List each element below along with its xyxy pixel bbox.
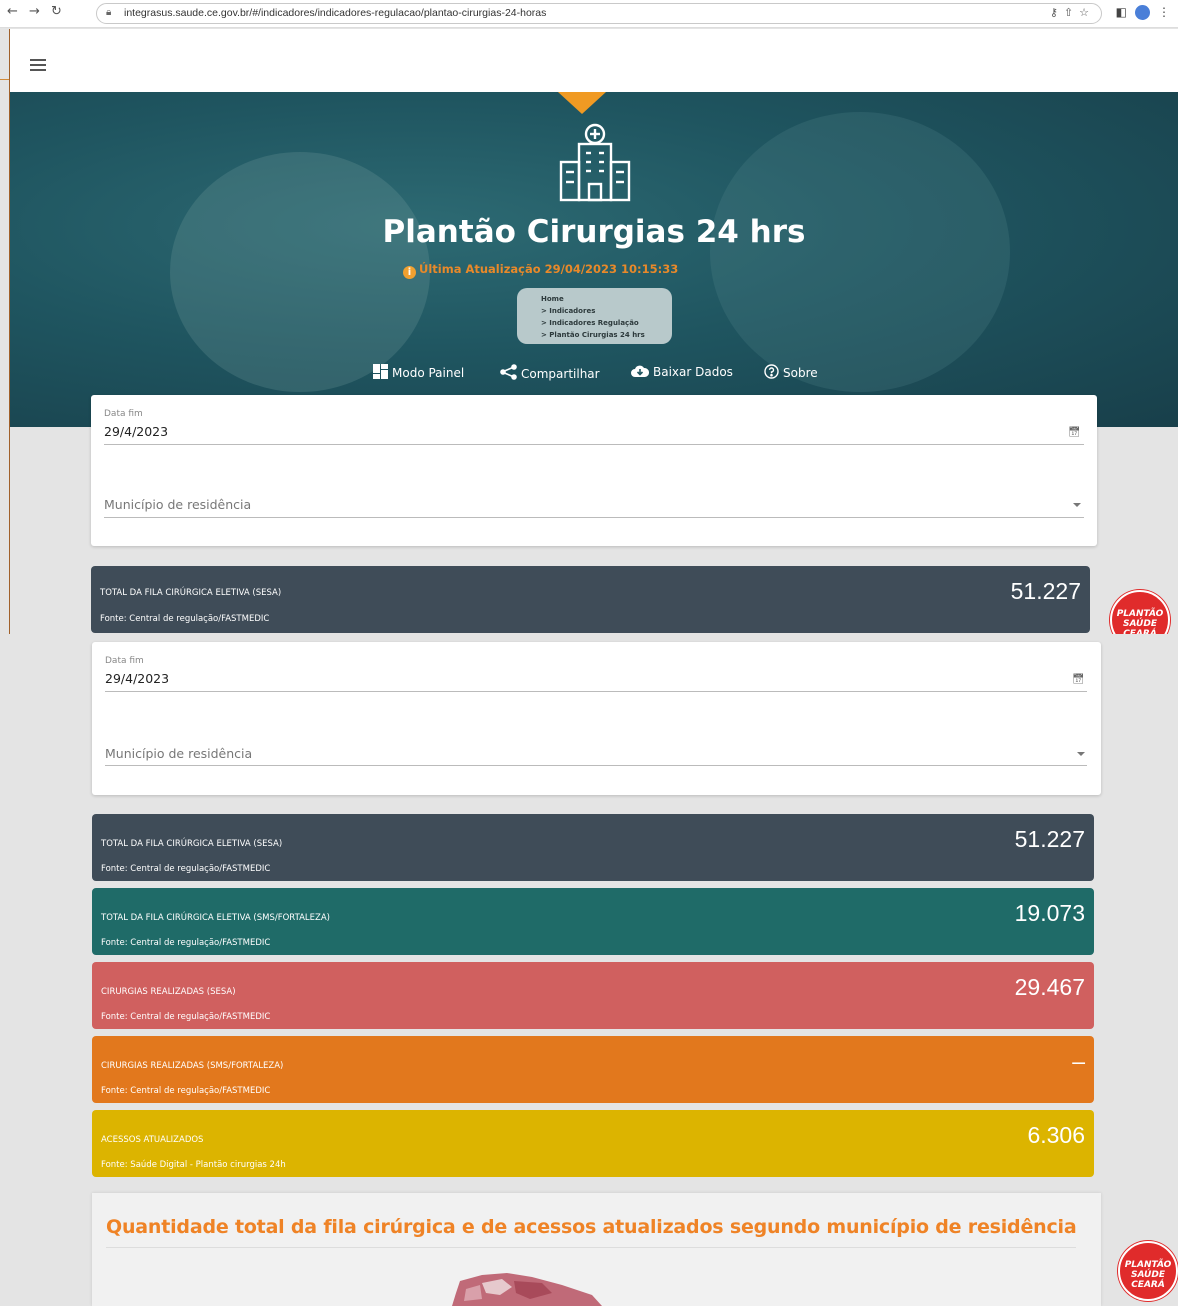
map-section: Quantidade total da fila cirúrgica e de … [92, 1193, 1101, 1306]
app-header [10, 29, 1178, 92]
share-button[interactable]: Compartilhar [500, 364, 600, 381]
last-update-text: Última Atualização 29/04/2023 10:15:33 [419, 262, 679, 276]
hero-pointer [558, 92, 606, 114]
map-section-title: Quantidade total da fila cirúrgica e de … [106, 1216, 1077, 1238]
stat-card-fila-sesa: TOTAL DA FILA CIRÚRGICA ELETIVA (SESA) F… [92, 814, 1094, 881]
breadcrumb-indicadores[interactable]: > Indicadores [541, 305, 672, 317]
menu-kebab-icon[interactable]: ⋮ [1158, 5, 1170, 19]
date-end-input[interactable]: 29/4/2023 [104, 424, 168, 439]
page-title: Plantão Cirurgias 24 hrs [382, 214, 806, 250]
browser-toolbar: ← → ↻ 🔒︎ integrasus.saude.ce.gov.br/#/in… [0, 0, 1178, 28]
calendar-icon[interactable]: 📅︎ [1072, 674, 1085, 685]
plantao-saude-badge[interactable]: PLANTÃO SAÚDE CEARÁ [1118, 1241, 1178, 1301]
stat-card-acessos: ACESSOS ATUALIZADOS Fonte: Saúde Digital… [92, 1110, 1094, 1177]
plantao-saude-badge-top[interactable]: PLANTÃO SAÚDE CEARÁ [1110, 590, 1170, 634]
breadcrumb: Home > Indicadores > Indicadores Regulaç… [517, 288, 672, 344]
url-text: integrasus.saude.ce.gov.br/#/indicadores… [124, 7, 547, 19]
share-page-icon[interactable]: ⇧ [1064, 6, 1079, 19]
breadcrumb-home[interactable]: Home [541, 293, 672, 305]
panel-mode-button[interactable]: Modo Painel [373, 364, 464, 380]
action-bar: Modo Painel Compartilhar Baixar Dados So… [10, 364, 1178, 384]
date-end-label: Data fim [104, 409, 143, 419]
breadcrumb-current: > Plantão Cirurgias 24 hrs [541, 331, 645, 339]
chevron-down-icon[interactable] [1073, 503, 1081, 507]
stat-card-fila-sesa-top: TOTAL DA FILA CIRÚRGICA ELETIVA (SESA) F… [91, 566, 1090, 633]
municipio-select[interactable]: Município de residência [104, 497, 251, 512]
browser-right-icons: ◧ ⋮ [1116, 5, 1170, 20]
chevron-down-icon[interactable] [1077, 752, 1085, 756]
help-circle-icon [764, 364, 779, 379]
about-button[interactable]: Sobre [764, 364, 818, 380]
address-bar[interactable]: 🔒︎ integrasus.saude.ce.gov.br/#/indicado… [96, 3, 1102, 24]
left-divider-tick [0, 79, 9, 80]
download-data-button[interactable]: Baixar Dados [631, 364, 733, 379]
breadcrumb-indicadores-regulacao[interactable]: > Indicadores Regulação [541, 317, 672, 329]
cloud-download-icon [631, 365, 649, 377]
calendar-icon[interactable]: 📅︎ [1068, 427, 1081, 438]
hospital-icon [559, 123, 631, 202]
stat-card-fila-sms: TOTAL DA FILA CIRÚRGICA ELETIVA (SMS/FOR… [92, 888, 1094, 955]
share-icon [500, 364, 517, 380]
last-update: i Última Atualização 29/04/2023 10:15:33 [403, 262, 678, 279]
back-icon[interactable]: ← [7, 4, 18, 19]
profile-avatar[interactable] [1135, 5, 1150, 20]
info-icon: i [403, 266, 416, 279]
filter-card: Data fim 29/4/2023 📅︎ Município de resid… [91, 395, 1097, 546]
date-end-input-2[interactable]: 29/4/2023 [105, 671, 169, 686]
dashboard-icon [373, 364, 388, 379]
stat-card-cirurgias-sesa: CIRURGIAS REALIZADAS (SESA) Fonte: Centr… [92, 962, 1094, 1029]
forward-icon[interactable]: → [29, 4, 40, 19]
hamburger-menu-icon[interactable] [30, 59, 46, 71]
filter-card-2: Data fim 29/4/2023 📅︎ Município de resid… [92, 642, 1101, 795]
address-bar-actions: ⚷⇧☆ [1050, 6, 1095, 19]
stat-card-cirurgias-sms: CIRURGIAS REALIZADAS (SMS/FORTALEZA) Fon… [92, 1036, 1094, 1103]
ceara-map[interactable] [452, 1271, 612, 1306]
reload-icon[interactable]: ↻ [51, 4, 62, 19]
hero-banner: Plantão Cirurgias 24 hrs i Última Atualiz… [10, 92, 1178, 427]
sidepanel-icon[interactable]: ◧ [1116, 5, 1127, 19]
key-icon[interactable]: ⚷ [1050, 6, 1064, 19]
municipio-select-2[interactable]: Município de residência [105, 746, 252, 761]
date-end-label-2: Data fim [105, 656, 144, 666]
bookmark-star-icon[interactable]: ☆ [1079, 6, 1095, 19]
lock-icon: 🔒︎ [106, 7, 112, 18]
